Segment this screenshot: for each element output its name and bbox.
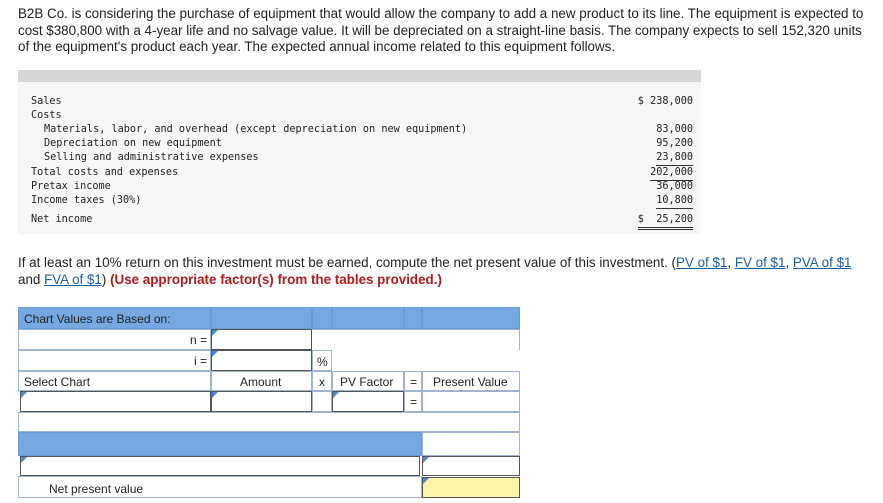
equals-cell: = — [404, 391, 422, 412]
selling-value: 23,800 — [656, 151, 693, 166]
question-instruction: (Use appropriate factor(s) from the tabl… — [110, 271, 442, 287]
i-label-cell: i = — [18, 350, 211, 371]
costs-label: Costs — [31, 110, 62, 121]
materials-row: Materials, labor, and overhead (except d… — [18, 123, 701, 137]
taxes-label: Income taxes (30%) — [31, 195, 142, 206]
pretax-label: Pretax income — [31, 181, 111, 192]
pretax-value: 36,000 — [656, 181, 693, 192]
materials-label: Materials, labor, and overhead (except d… — [44, 124, 468, 135]
net-income-label: Net income — [31, 214, 93, 225]
total-value: 202,000 — [650, 166, 693, 181]
link-pv-of-1[interactable]: PV of $1 — [676, 255, 727, 270]
i-label: i = — [193, 354, 207, 368]
link-fva-of-1[interactable]: FVA of $1 — [44, 272, 102, 287]
amount-header: Amount — [211, 371, 312, 391]
equals-sign: = — [410, 395, 418, 409]
times-cell — [312, 391, 332, 412]
link-pva-of-1[interactable]: PVA of $1 — [793, 255, 852, 270]
equals-header: = — [404, 371, 422, 391]
npv-value-input[interactable] — [422, 477, 520, 498]
n-row-blank — [312, 329, 520, 350]
net-income-value: $ 25,200 — [637, 213, 693, 230]
net-income-row: Net income $ 25,200 — [18, 213, 701, 230]
header-blank-2 — [312, 307, 332, 329]
cash-flow-value-input[interactable] — [422, 456, 520, 476]
subtotal-band — [18, 432, 422, 456]
sales-label: Sales — [31, 96, 62, 107]
select-chart-header: Select Chart — [18, 371, 211, 391]
depreciation-label: Depreciation on new equipment — [44, 138, 222, 149]
n-label: n = — [189, 333, 207, 347]
cash-flow-label-input[interactable] — [20, 456, 420, 476]
link-fv-of-1[interactable]: FV of $1 — [735, 255, 786, 270]
taxes-value: 10,800 — [656, 194, 693, 209]
pv-factor-input[interactable] — [332, 391, 404, 412]
taxes-row: Income taxes (30%) 10,800 — [18, 194, 701, 209]
depreciation-value: 95,200 — [656, 138, 693, 149]
pretax-row: Pretax income 36,000 — [18, 180, 701, 194]
n-label-cell: n = — [18, 329, 211, 350]
header-blank-5 — [422, 307, 520, 329]
select-chart-input[interactable] — [20, 391, 211, 412]
present-value-header: Present Value — [422, 371, 520, 391]
selling-label: Selling and administrative expenses — [44, 152, 259, 163]
selling-row: Selling and administrative expenses 23,8… — [18, 151, 701, 166]
amount-input[interactable] — [211, 391, 312, 412]
present-value-cell — [422, 391, 520, 412]
pv-factor-header: PV Factor — [332, 371, 404, 391]
total-row: Total costs and expenses 202,000 — [18, 166, 701, 181]
i-input[interactable] — [211, 350, 312, 371]
npv-label-cell: Net present value — [18, 476, 422, 498]
npv-label: Net present value — [49, 482, 144, 496]
percent-sign: % — [317, 355, 328, 369]
sales-value: $ 238,000 — [637, 96, 693, 107]
header-blank-1 — [211, 307, 312, 329]
depreciation-row: Depreciation on new equipment 95,200 — [18, 137, 701, 151]
npv-worksheet: Chart Values are Based on: n = i = % Sel… — [18, 307, 520, 501]
income-statement: Sales $ 238,000 Costs Materials, labor, … — [18, 70, 701, 234]
sales-row: Sales $ 238,000 — [18, 95, 701, 109]
chart-values-header: Chart Values are Based on: — [18, 307, 211, 329]
materials-value: 83,000 — [656, 124, 693, 135]
spacer-row — [18, 412, 520, 432]
header-blank-3 — [332, 307, 404, 329]
times-header: x — [312, 371, 332, 391]
costs-row: Costs — [18, 109, 701, 123]
question-text: If at least an 10% return on this invest… — [18, 255, 668, 270]
subtotal-band-right — [422, 432, 520, 456]
total-label: Total costs and expenses — [31, 167, 179, 178]
header-blank-4 — [404, 307, 422, 329]
n-input[interactable] — [211, 329, 312, 350]
question: If at least an 10% return on this invest… — [18, 255, 852, 287]
problem-intro: B2B Co. is considering the purchase of e… — [18, 6, 864, 54]
percent-cell: % — [312, 350, 332, 371]
